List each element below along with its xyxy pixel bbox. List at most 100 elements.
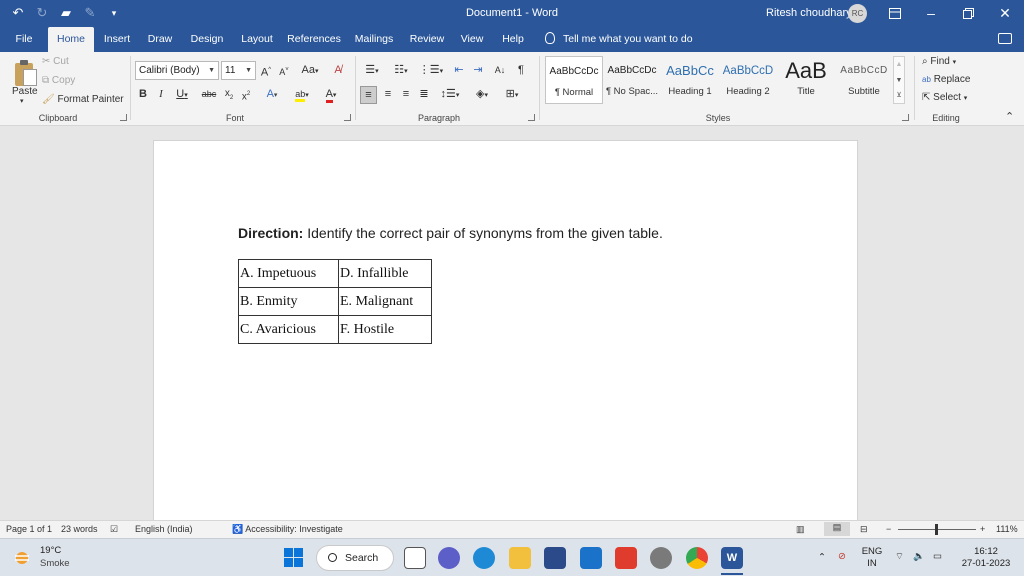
task-view-icon[interactable]: [404, 547, 426, 569]
multilevel-list-icon[interactable]: ⋮☰▾: [418, 62, 444, 80]
zoom-slider-thumb[interactable]: [935, 524, 938, 535]
mail-icon[interactable]: [580, 547, 602, 569]
decrease-indent-icon[interactable]: ⇤: [451, 62, 467, 78]
numbering-icon[interactable]: ☷▾: [389, 62, 413, 80]
increase-indent-icon[interactable]: ⇥: [470, 62, 486, 78]
paragraph-launcher-icon[interactable]: [528, 114, 535, 121]
highlight-color-icon[interactable]: ab▾: [288, 86, 316, 104]
align-center-icon[interactable]: ≡: [380, 86, 396, 102]
direction-paragraph[interactable]: Direction: Identify the correct pair of …: [238, 225, 663, 241]
accessibility-status[interactable]: ♿ Accessibility: Investigate: [232, 524, 343, 535]
zoom-out-button[interactable]: −: [886, 524, 891, 534]
copy-button[interactable]: ⧉ Copy: [42, 75, 75, 86]
tab-draw[interactable]: Draw: [144, 27, 176, 52]
zoom-in-button[interactable]: +: [980, 524, 985, 534]
page-count[interactable]: Page 1 of 1: [6, 524, 52, 534]
input-language[interactable]: ENG IN: [860, 546, 884, 570]
zoom-level[interactable]: 111%: [996, 524, 1018, 534]
battery-icon[interactable]: ▭: [933, 551, 942, 563]
chrome-icon[interactable]: [686, 547, 708, 569]
text-effects-icon[interactable]: A▾: [261, 86, 283, 104]
network-warning-icon[interactable]: ⊘: [838, 551, 846, 563]
sort-icon[interactable]: A↓: [492, 62, 508, 78]
word-count[interactable]: 23 words: [61, 524, 98, 534]
table-cell[interactable]: E. Malignant: [338, 287, 432, 316]
bullets-icon[interactable]: ☰▾: [360, 62, 384, 80]
taskbar-search[interactable]: Search: [316, 545, 394, 571]
tab-home[interactable]: Home: [48, 27, 94, 52]
wifi-icon[interactable]: ⌔: [895, 551, 904, 563]
shading-icon[interactable]: ◈▾: [470, 86, 494, 104]
cut-button[interactable]: ✂ Cut: [42, 56, 69, 67]
clipboard-launcher-icon[interactable]: [120, 114, 127, 121]
tab-view[interactable]: View: [457, 27, 487, 52]
table-cell[interactable]: C. Avaricious: [238, 315, 339, 344]
superscript-icon[interactable]: x2: [238, 86, 254, 105]
synonym-table[interactable]: A. Impetuous D. Infallible B. Enmity E. …: [238, 259, 432, 344]
avatar[interactable]: RC: [848, 4, 867, 23]
shrink-font-icon[interactable]: A˅: [277, 62, 291, 80]
bold-icon[interactable]: B: [136, 86, 150, 102]
strikethrough-icon[interactable]: abc: [199, 86, 219, 102]
tab-insert[interactable]: Insert: [100, 27, 134, 52]
restore-icon[interactable]: [950, 0, 986, 27]
styles-gallery-scroll[interactable]: ▲ ▼ ⊻: [893, 56, 905, 104]
teams-chat-icon[interactable]: [438, 547, 460, 569]
settings-gear-icon[interactable]: [650, 547, 672, 569]
replace-button[interactable]: ab Replace: [922, 74, 970, 85]
tab-review[interactable]: Review: [408, 27, 446, 52]
volume-icon[interactable]: 🔈: [913, 551, 925, 563]
table-cell[interactable]: F. Hostile: [338, 315, 432, 344]
table-cell[interactable]: B. Enmity: [238, 287, 339, 316]
italic-icon[interactable]: I: [154, 86, 168, 102]
more-styles-icon[interactable]: ⊻: [894, 88, 904, 103]
style-heading-2[interactable]: AaBbCcD Heading 2: [719, 56, 777, 104]
font-family-select[interactable]: Calibri (Body) ▼: [135, 61, 219, 80]
grow-font-icon[interactable]: A^: [259, 62, 273, 81]
tell-me-search[interactable]: Tell me what you want to do: [545, 27, 693, 52]
style-title[interactable]: AaB Title: [777, 56, 835, 104]
find-button[interactable]: ⌕ Find ▾: [922, 56, 956, 67]
proofing-icon[interactable]: ☑: [110, 524, 118, 535]
word-app-icon[interactable]: W: [721, 547, 743, 569]
store-icon[interactable]: [544, 547, 566, 569]
style-heading-1[interactable]: AaBbCc Heading 1: [661, 56, 719, 104]
format-painter-button[interactable]: 🖌 Format Painter: [42, 94, 124, 105]
style-no-spacing[interactable]: AaBbCcDc ¶ No Spac...: [603, 56, 661, 104]
weather-desc[interactable]: Smoke: [40, 558, 70, 569]
scroll-down-icon[interactable]: ▼: [894, 73, 904, 88]
weather-icon[interactable]: [12, 548, 32, 568]
font-launcher-icon[interactable]: [344, 114, 351, 121]
close-icon[interactable]: ✕: [987, 0, 1023, 27]
weather-temp[interactable]: 19°C: [40, 545, 61, 556]
edge-icon[interactable]: [473, 547, 495, 569]
style-normal[interactable]: AaBbCcDc ¶ Normal: [545, 56, 603, 104]
underline-icon[interactable]: U▾: [172, 86, 192, 104]
user-name[interactable]: Ritesh choudhary: [766, 7, 852, 19]
windows-start-icon[interactable]: [284, 548, 303, 567]
align-right-icon[interactable]: ≡: [398, 86, 414, 102]
clock[interactable]: 16:12 27-01-2023: [956, 546, 1016, 570]
table-cell[interactable]: A. Impetuous: [238, 259, 339, 288]
style-subtitle[interactable]: AaBbCcD Subtitle: [835, 56, 893, 104]
minimize-icon[interactable]: –: [913, 0, 949, 27]
tab-references[interactable]: References: [287, 27, 341, 52]
tab-design[interactable]: Design: [187, 27, 227, 52]
line-spacing-icon[interactable]: ↕☰▾: [438, 86, 462, 104]
file-explorer-icon[interactable]: [509, 547, 531, 569]
show-hidden-icons-icon[interactable]: ⌃: [818, 552, 826, 564]
subscript-icon[interactable]: x2: [221, 86, 237, 106]
font-size-select[interactable]: 11 ▼: [221, 61, 256, 80]
borders-icon[interactable]: ⊞▾: [499, 86, 525, 104]
collapse-ribbon-icon[interactable]: ⌃: [1005, 110, 1014, 123]
language-indicator[interactable]: English (India): [135, 524, 193, 534]
tab-help[interactable]: Help: [498, 27, 528, 52]
table-cell[interactable]: D. Infallible: [338, 259, 432, 288]
paste-button[interactable]: Paste ▾: [4, 54, 40, 112]
web-layout-icon[interactable]: ⊟: [860, 524, 868, 535]
clear-formatting-icon[interactable]: A̸: [331, 62, 345, 78]
change-case-button[interactable]: Aa▾: [298, 62, 322, 80]
show-formatting-marks-icon[interactable]: ¶: [513, 62, 529, 78]
tab-file[interactable]: File: [8, 27, 40, 52]
ribbon-display-options-icon[interactable]: [877, 0, 913, 27]
